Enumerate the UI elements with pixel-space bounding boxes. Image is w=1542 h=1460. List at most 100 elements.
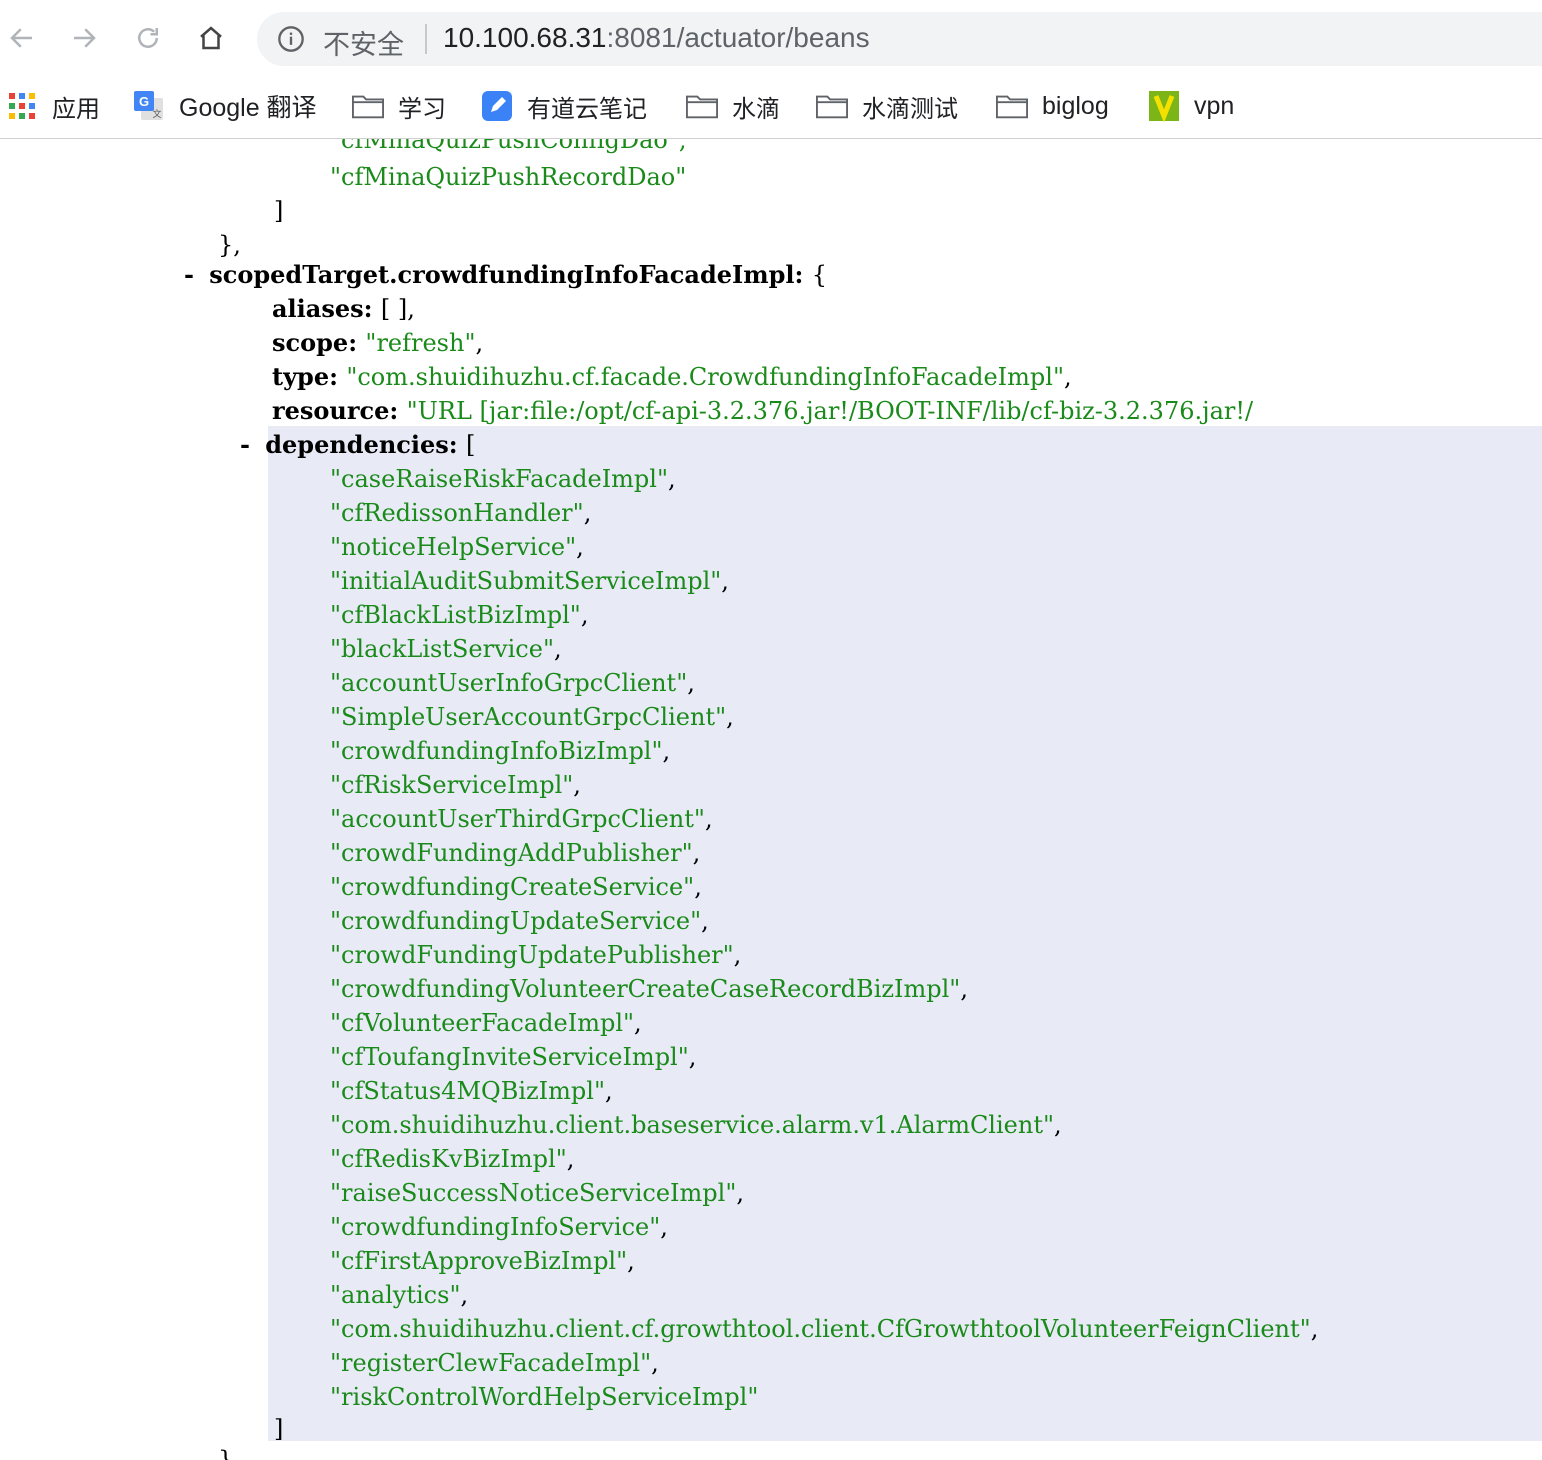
json-string: registerClewFacadeImpl	[341, 1349, 641, 1377]
bookmark-label: Google 翻译	[179, 94, 317, 122]
json-string: "com.shuidihuzhu.cf.facade.CrowdfundingI…	[346, 363, 1064, 391]
dependency-item: "crowdfundingInfoService",	[330, 1213, 668, 1241]
back-button[interactable]	[2, 18, 42, 58]
dependency-item: "crowdFundingAddPublisher",	[330, 839, 701, 867]
json-string: caseRaiseRiskFacadeImpl	[341, 465, 657, 493]
home-button[interactable]	[191, 18, 231, 58]
json-string: raiseSuccessNoticeServiceImpl	[341, 1179, 726, 1207]
bookmark-label: 应用	[52, 94, 100, 123]
address-bar[interactable]: 不安全 10.100.68.31:8081/actuator/beans	[257, 12, 1542, 66]
bean-key: scopedTarget.crowdfundingInfoFacadeImpl	[209, 260, 795, 289]
json-string: cfBlackListBizImpl	[341, 601, 570, 629]
json-string: cfFirstApproveBizImpl	[341, 1247, 617, 1275]
bookmark-label: 学习	[398, 94, 446, 123]
dependency-item: "crowdFundingUpdatePublisher",	[330, 941, 742, 969]
json-string: cfRedissonHandler	[341, 499, 573, 527]
json-string: "cfMinaQuizPushConfigDao",	[330, 139, 687, 154]
aliases-entry: aliases: [ ],	[272, 294, 415, 323]
dependency-item: "SimpleUserAccountGrpcClient",	[330, 703, 734, 731]
dependency-item: "analytics",	[330, 1281, 469, 1309]
json-string: "URL [jar:file:/opt/cf-api-3.2.376.jar!/…	[406, 397, 1254, 425]
resource-entry: resource: "URL [jar:file:/opt/cf-api-3.2…	[272, 396, 1254, 425]
bookmark-folder-shuidi-test[interactable]: 水滴测试	[816, 86, 958, 126]
type-entry: type: "com.shuidihuzhu.cf.facade.Crowdfu…	[272, 362, 1072, 391]
json-string: accountUserInfoGrpcClient	[341, 669, 677, 697]
bookmark-label: 水滴	[732, 94, 780, 123]
json-value: [ ],	[380, 295, 415, 323]
reload-button[interactable]	[128, 18, 168, 58]
dependencies-entry[interactable]: - dependencies: [	[240, 428, 475, 462]
dependency-item: "cfFirstApproveBizImpl",	[330, 1247, 635, 1275]
json-string: cfRiskServiceImpl	[341, 771, 563, 799]
dependency-item: "registerClewFacadeImpl",	[330, 1349, 659, 1377]
dependency-item: "accountUserInfoGrpcClient",	[330, 669, 695, 697]
json-key: aliases	[272, 294, 364, 323]
address-divider	[425, 24, 427, 54]
json-string: cfStatus4MQBizImpl	[341, 1077, 594, 1105]
security-label[interactable]: 不安全	[323, 23, 404, 62]
json-string: cfVolunteerFacadeImpl	[341, 1009, 623, 1037]
dependency-item: "noticeHelpService",	[330, 533, 584, 561]
bean-entry[interactable]: - scopedTarget.crowdfundingInfoFacadeImp…	[184, 258, 827, 292]
json-string: SimpleUserAccountGrpcClient	[341, 703, 716, 731]
svg-text:文: 文	[152, 108, 161, 120]
bookmark-google-translate[interactable]: G 文 Google 翻译	[133, 86, 317, 126]
dependency-item: "com.shuidihuzhu.client.baseservice.alar…	[330, 1111, 1062, 1139]
dependency-item: "caseRaiseRiskFacadeImpl",	[330, 465, 676, 493]
json-close-brace: },	[218, 231, 241, 259]
dependency-item: "crowdfundingInfoBizImpl",	[330, 737, 671, 765]
json-string: crowdFundingUpdatePublisher	[341, 941, 723, 969]
json-string: crowdfundingInfoBizImpl	[341, 737, 652, 765]
dependency-item: "raiseSuccessNoticeServiceImpl",	[330, 1179, 745, 1207]
json-key: resource	[272, 396, 390, 425]
bookmark-folder-biglog[interactable]: biglog	[996, 86, 1109, 126]
folder-icon	[996, 91, 1028, 121]
bookmark-label: 有道云笔记	[527, 94, 647, 123]
json-string: noticeHelpService	[341, 533, 566, 561]
json-string: riskControlWordHelpServiceImpl	[341, 1383, 748, 1411]
dependency-item: "cfRiskServiceImpl",	[330, 771, 581, 799]
dependency-item: "cfToufangInviteServiceImpl",	[330, 1043, 697, 1071]
url-host: 10.100.68.31	[443, 22, 607, 53]
json-string: "cfMinaQuizPushRecordDao"	[330, 163, 687, 191]
dependency-item: "crowdfundingVolunteerCreateCaseRecordBi…	[330, 975, 968, 1003]
bookmark-label: biglog	[1042, 91, 1109, 120]
json-key: dependencies	[265, 430, 449, 459]
forward-button[interactable]	[64, 18, 104, 58]
apps-grid-icon	[6, 91, 38, 121]
collapse-toggle[interactable]: -	[240, 430, 250, 459]
bookmark-folder-study[interactable]: 学习	[352, 86, 446, 126]
vpn-icon	[1148, 91, 1180, 122]
info-icon[interactable]	[277, 25, 305, 53]
dependency-item: "riskControlWordHelpServiceImpl"	[330, 1383, 759, 1411]
json-string: cfToufangInviteServiceImpl	[341, 1043, 678, 1071]
bookmark-vpn[interactable]: vpn	[1148, 86, 1234, 126]
json-string: com.shuidihuzhu.client.cf.growthtool.cli…	[341, 1315, 1300, 1343]
dependency-item: "cfStatus4MQBizImpl",	[330, 1077, 613, 1105]
reload-icon	[138, 28, 158, 48]
json-string: blackListService	[341, 635, 543, 663]
bookmark-folder-shuidi[interactable]: 水滴	[686, 86, 780, 126]
bookmark-label: vpn	[1194, 91, 1235, 120]
collapse-toggle[interactable]: -	[184, 260, 194, 289]
json-string: crowdfundingInfoService	[341, 1213, 650, 1241]
scope-entry: scope: "refresh",	[272, 328, 484, 357]
bookmarks-bar: 应用 G 文 Google 翻译 学习 有道云笔记 水滴 水滴测试 biglog…	[0, 76, 1542, 139]
google-translate-icon: G 文	[133, 91, 165, 121]
bookmark-apps[interactable]: 应用	[6, 86, 100, 126]
json-string: initialAuditSubmitServiceImpl	[341, 567, 711, 595]
bookmark-label: 水滴测试	[862, 94, 958, 123]
json-close-brace: },	[218, 1446, 241, 1460]
dependency-item: "cfVolunteerFacadeImpl",	[330, 1009, 642, 1037]
json-string: crowdfundingUpdateService	[341, 907, 691, 935]
bookmark-youdao-note[interactable]: 有道云笔记	[481, 86, 647, 126]
folder-icon	[816, 91, 848, 121]
svg-text:G: G	[139, 94, 149, 109]
url-text[interactable]: 10.100.68.31:8081/actuator/beans	[443, 22, 870, 54]
folder-icon	[352, 91, 384, 121]
json-key: type	[272, 362, 330, 391]
json-string: cfRedisKvBizImpl	[341, 1145, 556, 1173]
json-string: accountUserThirdGrpcClient	[341, 805, 694, 833]
dependency-item: "cfBlackListBizImpl",	[330, 601, 589, 629]
dependency-item: "crowdfundingCreateService",	[330, 873, 702, 901]
